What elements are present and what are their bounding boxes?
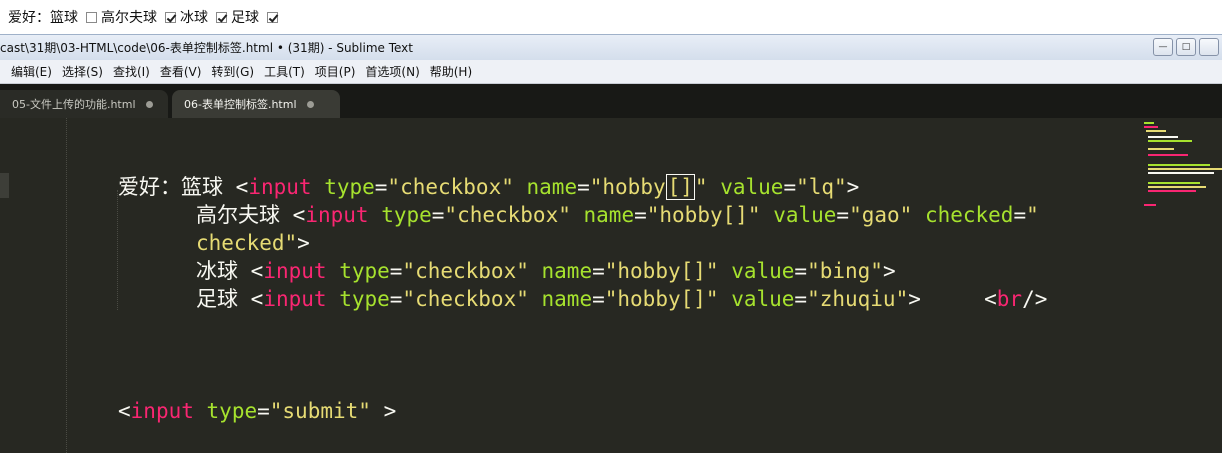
- code-attr: name: [526, 175, 578, 199]
- indent-guide: [66, 118, 67, 453]
- minimap-line: [1148, 136, 1178, 138]
- unsaved-dot-icon[interactable]: [306, 100, 314, 108]
- code-text: 高尔夫球: [196, 203, 293, 227]
- menu-project[interactable]: 项目(P): [310, 61, 361, 82]
- code-attr: name: [541, 287, 593, 311]
- code-string: "submit": [269, 399, 371, 423]
- tab-file-upload[interactable]: 05-文件上传的功能.html: [0, 90, 168, 118]
- code-string: "gao": [849, 203, 913, 227]
- code-line-4: 冰球 <input type="checkbox" name="hobby[]"…: [196, 259, 896, 283]
- minimap-line: [1148, 172, 1214, 174]
- minimap-line: [1148, 186, 1206, 188]
- code-tag: input: [263, 287, 327, 311]
- code-line-5: 足球 <input type="checkbox" name="hobby[]"…: [196, 287, 1048, 311]
- tab-label: 06-表单控制标签.html: [184, 98, 297, 111]
- code-attr: value: [773, 203, 837, 227]
- minimap-line: [1144, 122, 1154, 124]
- window-title: cast\31期\03-HTML\code\06-表单控制标签.html • (…: [0, 41, 413, 55]
- code-string: "bing": [807, 259, 883, 283]
- menu-goto[interactable]: 转到(G): [206, 61, 259, 82]
- menu-tools[interactable]: 工具(T): [259, 61, 310, 82]
- tab-form-controls[interactable]: 06-表单控制标签.html: [172, 90, 340, 118]
- code-line-3: checked">: [196, 231, 310, 255]
- code-attr: type: [324, 175, 375, 199]
- maximize-button[interactable]: □: [1176, 38, 1196, 56]
- minimap-line: [1146, 130, 1166, 132]
- code-line-2: 高尔夫球 <input type="checkbox" name="hobby[…: [196, 203, 1039, 227]
- hobby-label: 爱好：篮球: [8, 10, 78, 26]
- checkbox-ice[interactable]: [216, 11, 227, 23]
- minimap-line: [1144, 204, 1156, 206]
- code-string: ": [694, 175, 708, 199]
- code-string: "lq": [796, 175, 847, 199]
- minimap-line: [1148, 168, 1222, 170]
- code-attr: type: [381, 203, 432, 227]
- code-tag: input: [305, 203, 369, 227]
- code-string: "hobby[]": [604, 259, 719, 283]
- code-text: 爱好：篮球: [118, 175, 236, 199]
- code-string: "hobby[]": [604, 287, 719, 311]
- label-golf: 高尔夫球: [101, 10, 157, 26]
- code-attr: type: [339, 259, 390, 283]
- minimap-line: [1148, 154, 1188, 156]
- code-string: "checkbox": [387, 175, 514, 199]
- code-attr: type: [206, 399, 258, 423]
- tab-bar: 05-文件上传的功能.html 06-表单控制标签.html: [0, 84, 1222, 118]
- window-titlebar[interactable]: cast\31期\03-HTML\code\06-表单控制标签.html • (…: [0, 34, 1222, 60]
- menu-help[interactable]: 帮助(H): [425, 61, 477, 82]
- close-button[interactable]: [1199, 38, 1219, 56]
- unsaved-dot-icon[interactable]: [145, 100, 153, 108]
- checkbox-soccer[interactable]: [267, 11, 278, 23]
- code-attr: name: [541, 259, 593, 283]
- code-string: ": [1026, 203, 1039, 227]
- menu-bar: 编辑(E) 选择(S) 查找(I) 查看(V) 转到(G) 工具(T) 项目(P…: [0, 60, 1222, 84]
- code-tag: input: [130, 399, 194, 423]
- code-tag: input: [248, 175, 312, 199]
- current-line-gutter-marker: [0, 173, 9, 198]
- menu-view[interactable]: 查看(V): [155, 61, 207, 82]
- code-string: "hobby[]": [646, 203, 761, 227]
- minimap[interactable]: [1140, 118, 1222, 238]
- code-string: "checkbox": [444, 203, 571, 227]
- code-attr: value: [720, 175, 784, 199]
- code-tag: input: [263, 259, 327, 283]
- code-text: 足球: [196, 287, 251, 311]
- menu-edit[interactable]: 编辑(E): [6, 61, 57, 82]
- minimap-line: [1148, 182, 1200, 184]
- label-ice: 冰球: [180, 10, 208, 26]
- minimap-line: [1148, 148, 1174, 150]
- code-editor[interactable]: 爱好：篮球 <input type="checkbox" name="hobby…: [0, 118, 1222, 453]
- code-attr: name: [583, 203, 635, 227]
- label-soccer: 足球: [231, 10, 259, 26]
- code-attr: checked: [924, 203, 1014, 227]
- menu-selection[interactable]: 选择(S): [57, 61, 108, 82]
- code-string: "hobby: [589, 175, 666, 199]
- indent-guide: [117, 190, 118, 310]
- minimize-button[interactable]: —: [1153, 38, 1173, 56]
- code-tag: br: [996, 287, 1023, 311]
- code-line-1: 爱好：篮球 <input type="checkbox" name="hobby…: [118, 174, 860, 200]
- minimap-line: [1148, 190, 1196, 192]
- code-string: "checkbox": [402, 287, 529, 311]
- tab-label: 05-文件上传的功能.html: [12, 98, 136, 111]
- code-attr: type: [339, 287, 390, 311]
- minimap-line: [1148, 140, 1192, 142]
- window-controls: — □: [1153, 38, 1222, 56]
- rendered-form-strip: 爱好：篮球 高尔夫球 冰球 足球: [0, 0, 1222, 34]
- bracket-match-highlight: []: [665, 174, 695, 200]
- minimap-line: [1148, 164, 1210, 166]
- menu-preferences[interactable]: 首选项(N): [360, 61, 424, 82]
- code-attr: value: [731, 259, 795, 283]
- code-string: "zhuqiu": [807, 287, 909, 311]
- minimap-line: [1144, 126, 1158, 128]
- code-text: 冰球: [196, 259, 251, 283]
- checkbox-golf[interactable]: [165, 11, 176, 23]
- code-line-submit: <input type="submit" >: [118, 399, 397, 423]
- code-string: checked": [196, 231, 298, 255]
- checkbox-basketball[interactable]: [86, 11, 97, 23]
- code-attr: value: [731, 287, 795, 311]
- code-string: "checkbox": [402, 259, 529, 283]
- menu-find[interactable]: 查找(I): [108, 61, 155, 82]
